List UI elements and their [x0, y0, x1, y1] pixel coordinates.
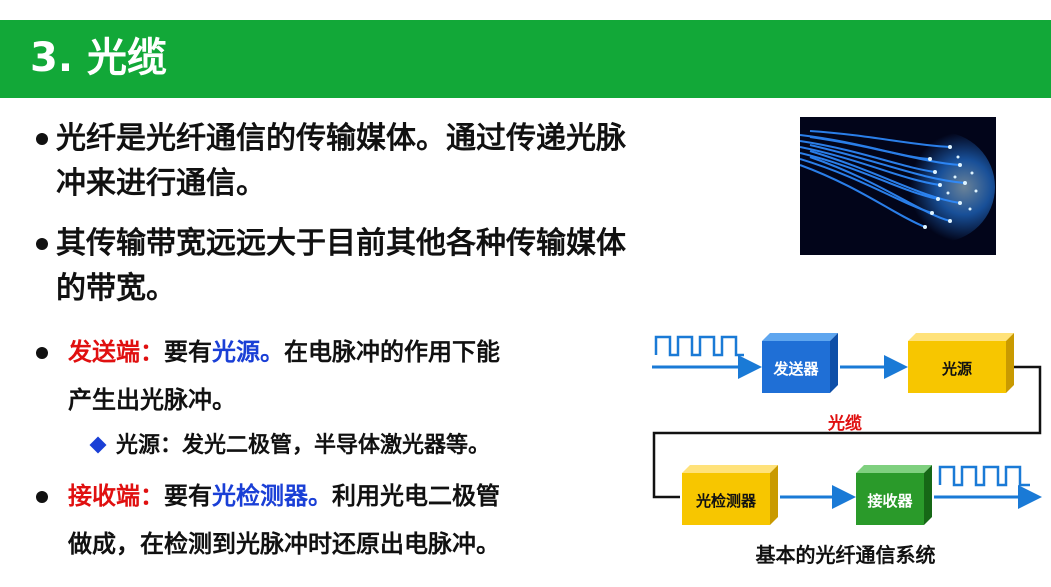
sender-rest: 在电脉冲的作用下能	[284, 338, 500, 366]
receiver-box-label: 接收器	[867, 492, 913, 510]
bullet-1-line-1: 光纤是光纤通信的传输媒体。通过传递光脉	[56, 121, 626, 156]
receiver-rest: 利用光电二极管	[332, 482, 500, 510]
bullet-2-line-2: 的带宽。	[56, 271, 176, 306]
receiver-highlight: 光检测器。	[212, 482, 332, 510]
bullet-1-line-2: 冲来进行通信。	[56, 166, 266, 201]
diamond-bullet-icon	[89, 436, 107, 453]
sender-box-label: 发送器	[773, 360, 819, 378]
cable-label: 光缆	[828, 414, 862, 434]
diagram-caption: 基本的光纤通信系统	[755, 543, 936, 567]
fiber-system-diagram: 发送器 光源 光缆 光检测器 接收器 基本的光纤通信系统	[640, 325, 1051, 587]
sender-line-1: 发送端：要有光源。在电脉冲的作用下能	[68, 334, 500, 370]
sender-highlight: 光源。	[212, 338, 284, 366]
title-bar: 3. 光缆	[0, 20, 1051, 98]
receiver-line-1: 接收端：要有光检测器。利用光电二极管	[68, 478, 500, 514]
receiver-label: 接收端：	[68, 482, 164, 510]
bullet-2-line-1: 其传输带宽远远大于目前其他各种传输媒体	[56, 226, 626, 261]
receiver-pre: 要有	[164, 482, 212, 510]
sub-bullet-text: 光源：发光二极管，半导体激光器等。	[116, 433, 491, 458]
sender-label: 发送端：	[68, 338, 164, 366]
input-pulse-icon	[654, 335, 744, 357]
bullet-dot	[36, 238, 48, 250]
bullet-dot	[36, 491, 48, 503]
bullet-dot	[36, 133, 48, 145]
sub-bullet: 光源：发光二极管，半导体激光器等。	[88, 430, 490, 462]
sender-line-2: 产生出光脉冲。	[68, 386, 236, 414]
detector-box-label: 光检测器	[695, 492, 756, 510]
fiber-optic-photo	[800, 117, 996, 255]
source-box-label: 光源	[941, 360, 972, 378]
output-pulse-icon	[938, 465, 1030, 487]
page-title: 3. 光缆	[30, 35, 167, 81]
sender-pre: 要有	[164, 338, 212, 366]
bullet-dot	[36, 347, 48, 359]
receiver-line-2: 做成，在检测到光脉冲时还原出电脉冲。	[68, 530, 500, 558]
